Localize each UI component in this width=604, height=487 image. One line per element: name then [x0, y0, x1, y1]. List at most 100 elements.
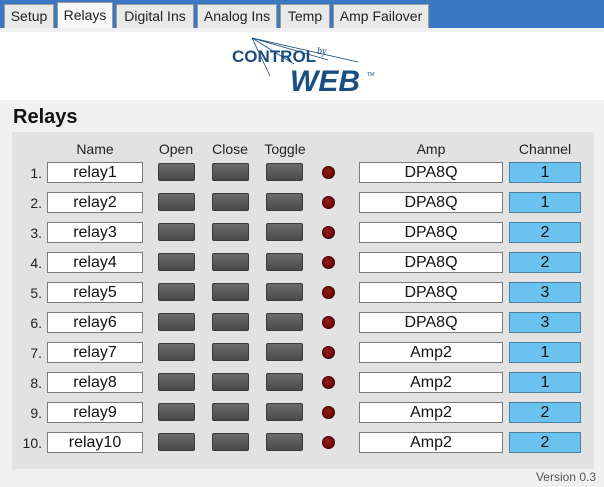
relay-name-field[interactable]: relay5	[47, 282, 143, 303]
close-button[interactable]	[212, 283, 249, 301]
open-button[interactable]	[158, 193, 195, 211]
relay-status-led-icon	[322, 346, 335, 359]
relay-status-led-icon	[322, 406, 335, 419]
channel-field[interactable]: 1	[509, 192, 581, 213]
channel-field[interactable]: 2	[509, 402, 581, 423]
col-header-toggle: Toggle	[264, 141, 306, 157]
channel-field[interactable]: 1	[509, 162, 581, 183]
amp-field[interactable]: DPA8Q	[359, 192, 503, 213]
logo-by-text: by	[317, 46, 327, 57]
close-button[interactable]	[212, 373, 249, 391]
amp-field[interactable]: Amp2	[359, 402, 503, 423]
amp-field[interactable]: DPA8Q	[359, 312, 503, 333]
relay-name-field[interactable]: relay9	[47, 402, 143, 423]
tab-setup[interactable]: Setup	[4, 4, 54, 28]
relay-status-led-icon	[322, 256, 335, 269]
amp-field[interactable]: Amp2	[359, 372, 503, 393]
channel-field[interactable]: 2	[509, 252, 581, 273]
open-button[interactable]	[158, 373, 195, 391]
tab-bar: Setup Relays Digital Ins Analog Ins Temp…	[0, 0, 604, 28]
toggle-button[interactable]	[266, 343, 303, 361]
relay-status-led-icon	[322, 166, 335, 179]
relay-status-led-icon	[322, 286, 335, 299]
relay-number: 9.	[30, 405, 42, 421]
close-button[interactable]	[212, 193, 249, 211]
open-button[interactable]	[158, 253, 195, 271]
close-button[interactable]	[212, 253, 249, 271]
logo-control-text: CONTROL	[232, 47, 316, 66]
toggle-button[interactable]	[266, 163, 303, 181]
col-header-open: Open	[158, 141, 194, 157]
relay-row: 6. relay6 DPA8Q 3	[0, 312, 604, 334]
open-button[interactable]	[158, 403, 195, 421]
relay-name-field[interactable]: relay8	[47, 372, 143, 393]
tab-amp-failover[interactable]: Amp Failover	[333, 4, 429, 28]
amp-field[interactable]: DPA8Q	[359, 252, 503, 273]
toggle-button[interactable]	[266, 283, 303, 301]
close-button[interactable]	[212, 313, 249, 331]
relay-name-field[interactable]: relay4	[47, 252, 143, 273]
open-button[interactable]	[158, 223, 195, 241]
channel-field[interactable]: 2	[509, 222, 581, 243]
relay-row: 4. relay4 DPA8Q 2	[0, 252, 604, 274]
toggle-button[interactable]	[266, 193, 303, 211]
toggle-button[interactable]	[266, 403, 303, 421]
channel-field[interactable]: 1	[509, 342, 581, 363]
toggle-button[interactable]	[266, 313, 303, 331]
amp-field[interactable]: DPA8Q	[359, 222, 503, 243]
relay-number: 8.	[30, 375, 42, 391]
col-header-amp: Amp	[416, 141, 446, 157]
relay-number: 3.	[30, 225, 42, 241]
logo-tm-text: TM	[367, 72, 374, 78]
open-button[interactable]	[158, 343, 195, 361]
channel-field[interactable]: 3	[509, 312, 581, 333]
relay-status-led-icon	[322, 196, 335, 209]
relay-name-field[interactable]: relay6	[47, 312, 143, 333]
toggle-button[interactable]	[266, 253, 303, 271]
channel-field[interactable]: 1	[509, 372, 581, 393]
toggle-button[interactable]	[266, 373, 303, 391]
relay-number: 6.	[30, 315, 42, 331]
amp-field[interactable]: DPA8Q	[359, 162, 503, 183]
relay-status-led-icon	[322, 376, 335, 389]
relay-name-field[interactable]: relay3	[47, 222, 143, 243]
controlbyweb-logo: CONTROL by WEB TM	[232, 37, 374, 98]
relay-number: 4.	[30, 255, 42, 271]
toggle-button[interactable]	[266, 223, 303, 241]
channel-field[interactable]: 2	[509, 432, 581, 453]
close-button[interactable]	[212, 433, 249, 451]
relay-number: 10.	[22, 435, 42, 451]
relay-status-led-icon	[322, 316, 335, 329]
tab-relays[interactable]: Relays	[57, 2, 113, 28]
relay-name-field[interactable]: relay7	[47, 342, 143, 363]
tab-digital-ins[interactable]: Digital Ins	[116, 4, 194, 28]
close-button[interactable]	[212, 163, 249, 181]
col-header-close: Close	[212, 141, 248, 157]
relay-name-field[interactable]: relay10	[47, 432, 143, 453]
relay-row: 7. relay7 Amp2 1	[0, 342, 604, 364]
relay-number: 5.	[30, 285, 42, 301]
relay-row: 1. relay1 DPA8Q 1	[0, 162, 604, 184]
relay-name-field[interactable]: relay1	[47, 162, 143, 183]
amp-field[interactable]: DPA8Q	[359, 282, 503, 303]
open-button[interactable]	[158, 163, 195, 181]
tab-analog-ins[interactable]: Analog Ins	[197, 4, 277, 28]
col-header-name: Name	[76, 141, 114, 157]
tab-temp[interactable]: Temp	[280, 4, 330, 28]
channel-field[interactable]: 3	[509, 282, 581, 303]
relay-name-field[interactable]: relay2	[47, 192, 143, 213]
open-button[interactable]	[158, 313, 195, 331]
close-button[interactable]	[212, 403, 249, 421]
relay-number: 1.	[30, 165, 42, 181]
open-button[interactable]	[158, 283, 195, 301]
close-button[interactable]	[212, 343, 249, 361]
amp-field[interactable]: Amp2	[359, 342, 503, 363]
amp-field[interactable]: Amp2	[359, 432, 503, 453]
relay-number: 2.	[30, 195, 42, 211]
relay-row: 5. relay5 DPA8Q 3	[0, 282, 604, 304]
close-button[interactable]	[212, 223, 249, 241]
relay-status-led-icon	[322, 226, 335, 239]
open-button[interactable]	[158, 433, 195, 451]
toggle-button[interactable]	[266, 433, 303, 451]
col-header-channel: Channel	[518, 141, 572, 157]
